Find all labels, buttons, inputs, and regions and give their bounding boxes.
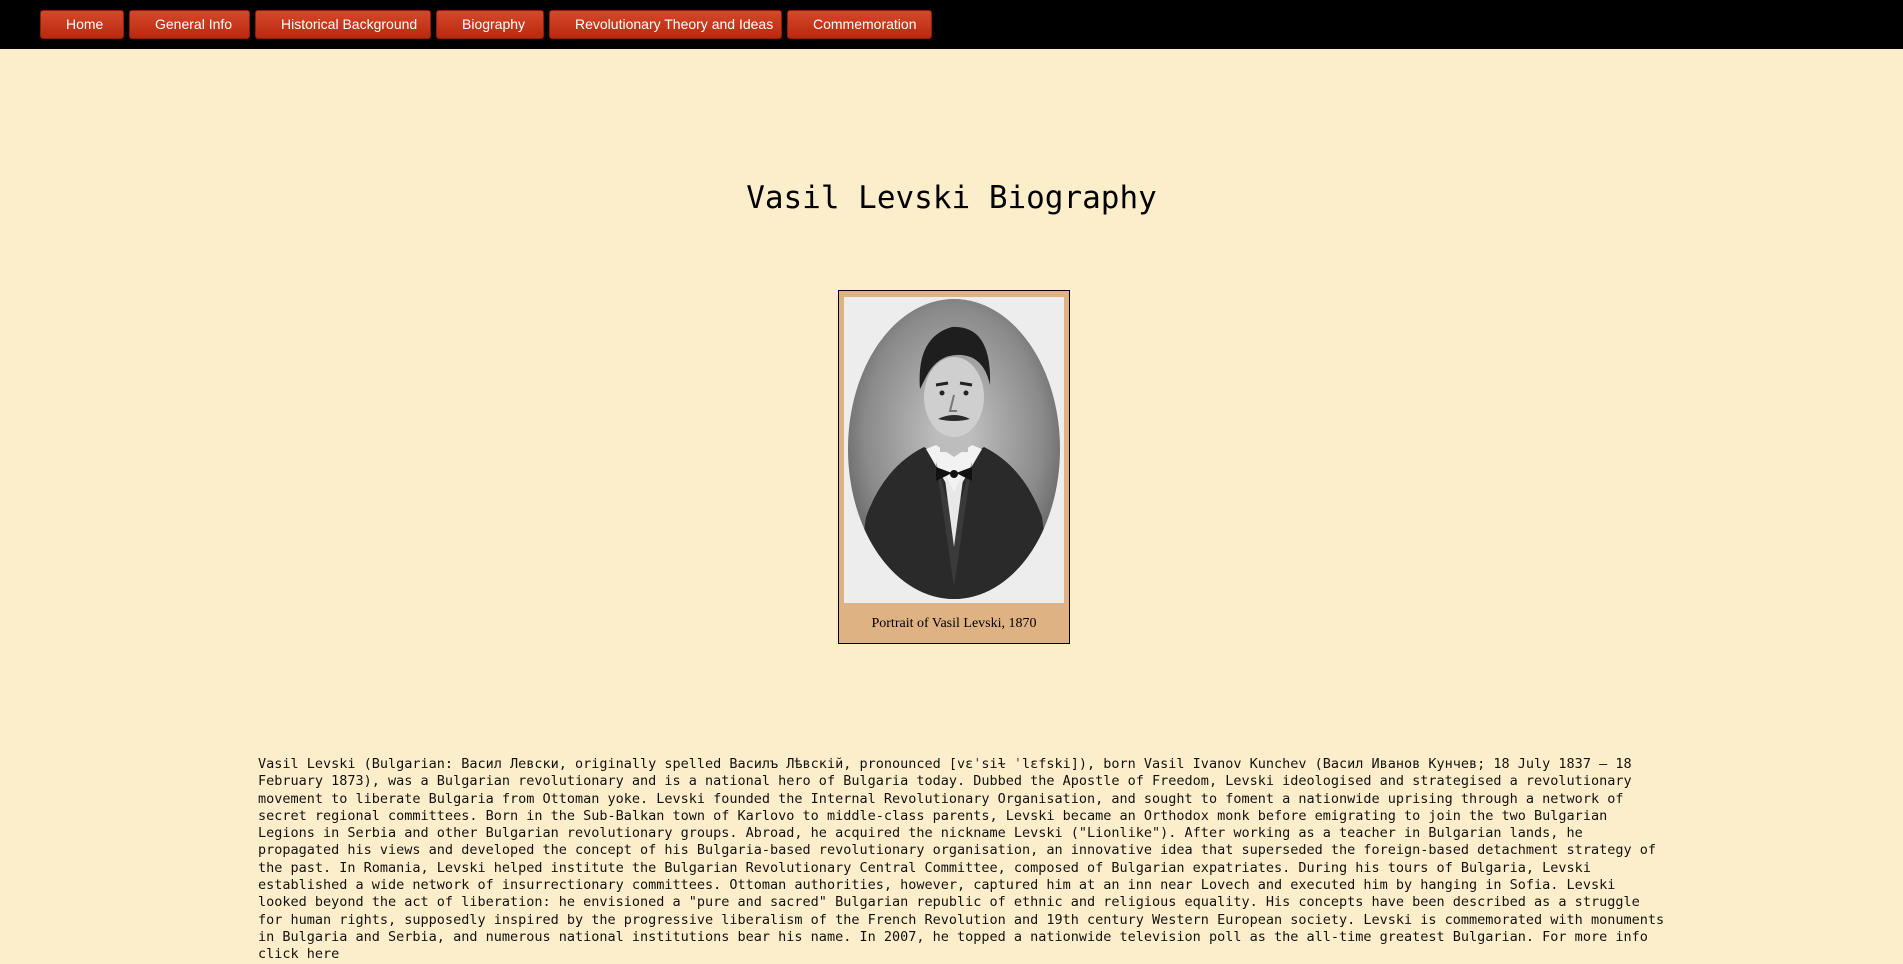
nav-commemoration-button[interactable]: Commemoration: [787, 10, 932, 39]
top-nav-bar: Home General Info Historical Background …: [0, 0, 1903, 49]
biography-paragraph: Vasil Levski (Bulgarian: Васил Левски, o…: [258, 756, 1668, 964]
portrait-figure: Portrait of Vasil Levski, 1870: [838, 290, 1070, 644]
nav-home-button[interactable]: Home: [40, 10, 124, 39]
main-nav: Home General Info Historical Background …: [40, 10, 932, 39]
portrait-image: [844, 297, 1064, 603]
page-title: Vasil Levski Biography: [746, 180, 1157, 216]
biography-text: Vasil Levski (Bulgarian: Васил Левски, o…: [258, 756, 1665, 945]
portrait-illustration: [844, 297, 1064, 603]
nav-revolutionary-theory-button[interactable]: Revolutionary Theory and Ideas: [549, 10, 782, 39]
nav-biography-button[interactable]: Biography: [436, 10, 544, 39]
nav-general-info-button[interactable]: General Info: [129, 10, 250, 39]
nav-historical-background-button[interactable]: Historical Background: [255, 10, 431, 39]
portrait-caption: Portrait of Vasil Levski, 1870: [871, 616, 1037, 631]
more-info-link[interactable]: click here: [258, 946, 339, 962]
